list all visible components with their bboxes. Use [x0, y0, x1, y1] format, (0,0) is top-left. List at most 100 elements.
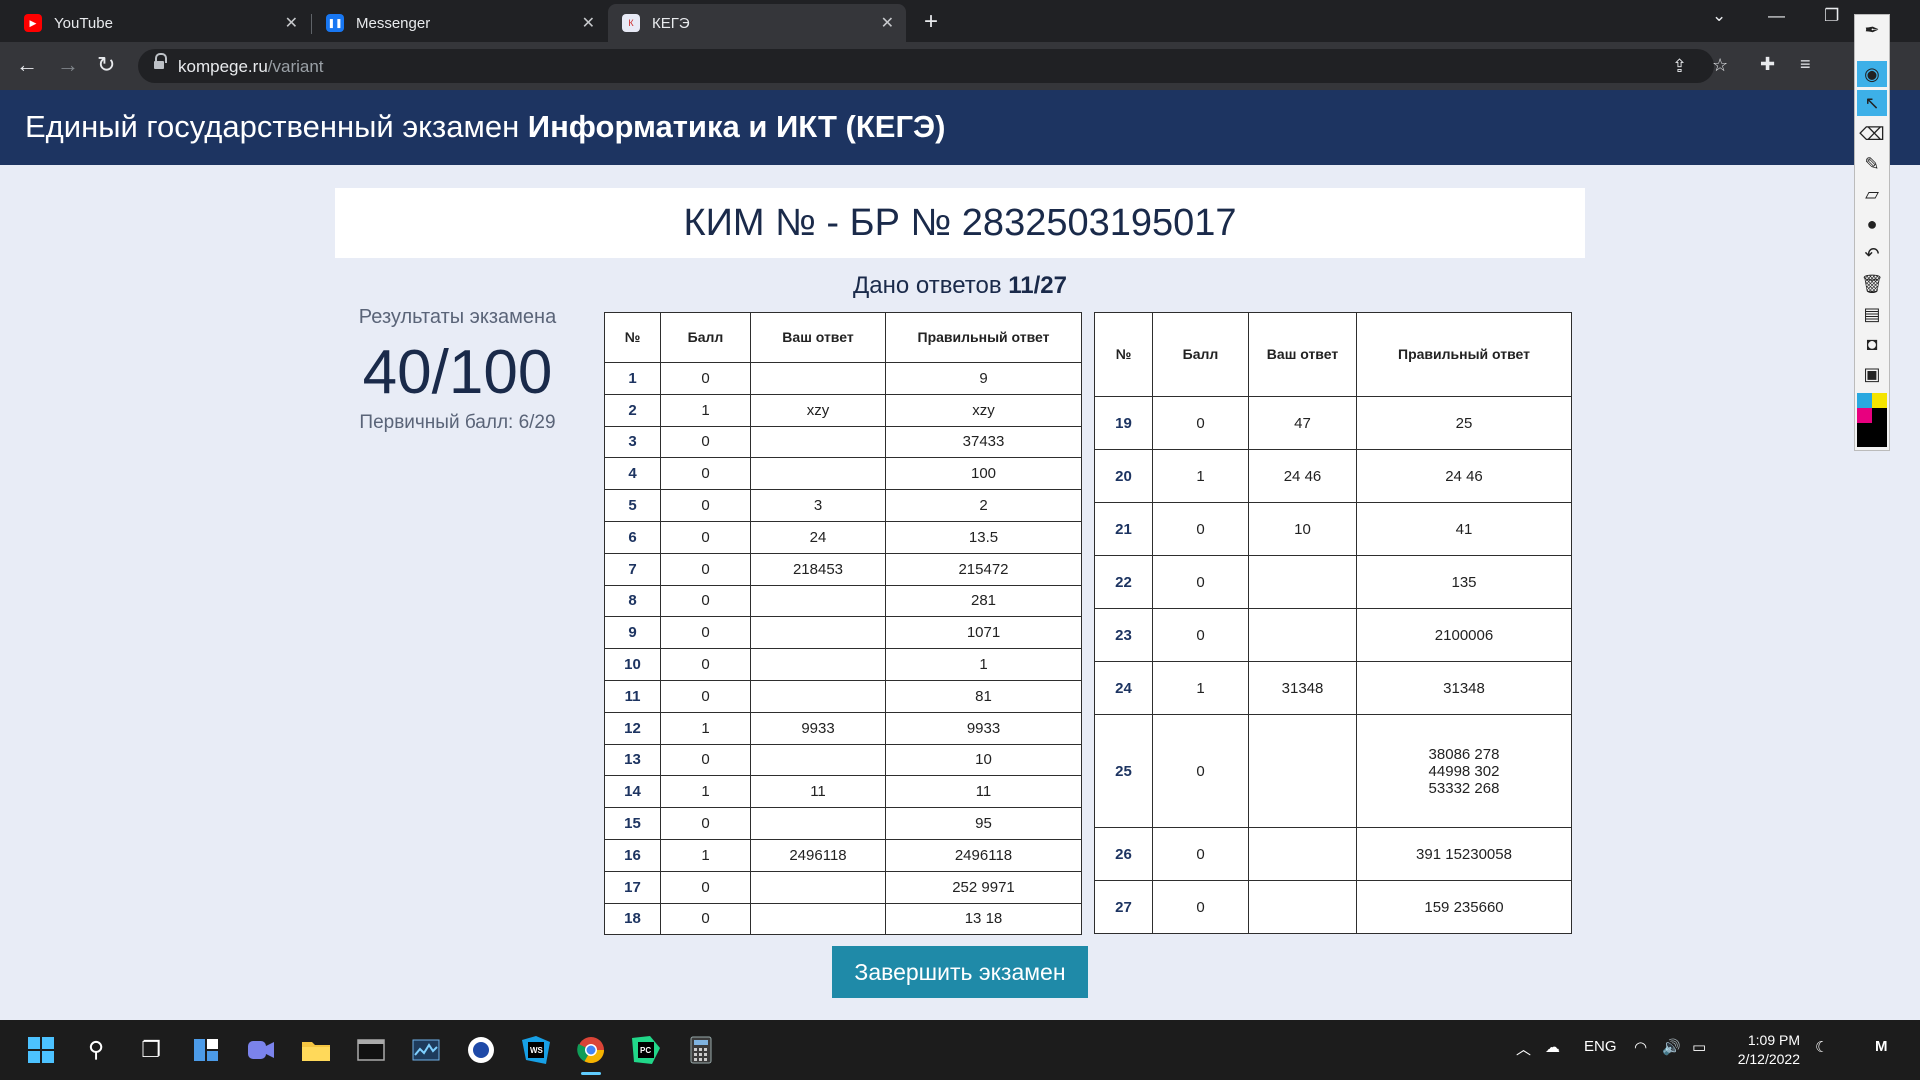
undo-icon[interactable]: ↶: [1857, 241, 1887, 267]
table-row: 11 0 81: [604, 679, 1082, 713]
your-answer-cell: [750, 743, 886, 777]
variant-title-box: КИМ № - БР № 2832503195017: [335, 188, 1585, 258]
trash-icon[interactable]: 🗑: [1857, 271, 1887, 297]
back-button[interactable]: ←: [16, 52, 38, 78]
highlighter-icon[interactable]: ▱: [1857, 181, 1887, 207]
question-number: 14: [604, 775, 661, 809]
teams-chat-icon[interactable]: [244, 1033, 278, 1067]
chrome-icon[interactable]: [574, 1033, 608, 1067]
your-answer-cell: 11: [750, 775, 886, 809]
color-swatch-yellow[interactable]: [1872, 393, 1887, 408]
resource-monitor-icon[interactable]: [409, 1033, 443, 1067]
question-number: 6: [604, 520, 661, 554]
windows-start-icon[interactable]: [24, 1033, 58, 1067]
onedrive-cloud-icon[interactable]: ☁: [1545, 1038, 1560, 1056]
table-row: 12 1 9933 9933: [604, 711, 1082, 745]
table-row: 26 0 391 15230058: [1094, 827, 1572, 881]
tab-youtube[interactable]: ▶ YouTube ✕: [10, 4, 310, 42]
eye-icon[interactable]: ◉: [1857, 61, 1887, 87]
messenger-icon: ❚❚: [326, 14, 344, 32]
share-icon[interactable]: ⇪: [1672, 56, 1687, 77]
terminal-icon[interactable]: [354, 1033, 388, 1067]
task-view-icon[interactable]: ❐: [134, 1033, 168, 1067]
score-cell: 1: [1152, 449, 1249, 503]
your-answer-cell: [1248, 880, 1357, 934]
close-icon[interactable]: ✕: [582, 13, 595, 33]
chevron-down-icon[interactable]: ⌄: [1712, 6, 1726, 26]
forward-button[interactable]: →: [57, 52, 79, 78]
extensions-icon[interactable]: ✚: [1760, 54, 1775, 75]
app-tray-icon[interactable]: M: [1875, 1038, 1888, 1055]
question-number: 23: [1094, 608, 1153, 662]
camera-icon[interactable]: ◘: [1857, 331, 1887, 357]
table-row: 13 0 10: [604, 743, 1082, 777]
question-number: 1: [604, 362, 661, 395]
correct-answer-cell: 9: [885, 362, 1082, 395]
close-icon[interactable]: ✕: [285, 13, 298, 33]
your-answer-cell: [750, 584, 886, 618]
pycharm-icon[interactable]: PC: [629, 1033, 663, 1067]
search-icon[interactable]: ⚲: [79, 1033, 113, 1067]
correct-answer-cell: 215472: [885, 552, 1082, 586]
color-swatch-cyan[interactable]: [1857, 393, 1872, 408]
media-control-icon[interactable]: ≡: [1800, 54, 1811, 75]
volume-icon[interactable]: 🔊: [1662, 1038, 1681, 1056]
address-bar[interactable]: kompege.ru/variant ⇪ ☆: [138, 49, 1728, 83]
tab-kege[interactable]: К КЕГЭ ✕: [608, 4, 906, 42]
minimize-button[interactable]: —: [1768, 6, 1785, 26]
table-row: 20 1 24 46 24 46: [1094, 449, 1572, 503]
correct-answer-cell: 391 15230058: [1356, 827, 1572, 881]
widgets-icon[interactable]: [189, 1033, 223, 1067]
your-answer-cell: [750, 457, 886, 491]
question-number: 13: [604, 743, 661, 777]
table-row: 27 0 159 235660: [1094, 880, 1572, 934]
table-row: 23 0 2100006: [1094, 608, 1572, 662]
dot-icon[interactable]: ●: [1857, 211, 1887, 237]
board-icon[interactable]: ▤: [1857, 301, 1887, 327]
browser-toolbar: ← → ↻ kompege.ru/variant ⇪ ☆ ✚ ≡: [0, 42, 1920, 90]
table-row: 24 1 31348 31348: [1094, 661, 1572, 715]
tab-title: YouTube: [54, 14, 113, 32]
results-panel: Результаты экзамена 40/100 Первичный бал…: [340, 306, 575, 434]
your-answer-cell: 47: [1248, 396, 1357, 450]
restore-button[interactable]: ❐: [1824, 6, 1839, 26]
color-swatch-magenta[interactable]: [1857, 408, 1872, 423]
reload-button[interactable]: ↻: [97, 52, 115, 78]
clipboard-icon[interactable]: ▣: [1857, 361, 1887, 387]
score-cell: 0: [1152, 555, 1249, 609]
wifi-icon[interactable]: ◠: [1634, 1038, 1647, 1056]
score-cell: 0: [660, 870, 751, 904]
correct-answer-cell: 135: [1356, 555, 1572, 609]
question-number: 20: [1094, 449, 1153, 503]
battery-icon[interactable]: ▭: [1692, 1038, 1706, 1056]
correct-answer-cell: 31348: [1356, 661, 1572, 715]
webstorm-icon[interactable]: WS: [519, 1033, 553, 1067]
color-swatch-black[interactable]: [1872, 408, 1887, 423]
eraser-icon[interactable]: ⌫: [1857, 121, 1887, 147]
score-cell: 0: [1152, 608, 1249, 662]
score-cell: 0: [1152, 827, 1249, 881]
close-icon[interactable]: ✕: [881, 13, 894, 33]
tab-messenger[interactable]: ❚❚ Messenger ✕: [312, 4, 607, 42]
question-number: 16: [604, 838, 661, 872]
new-tab-button[interactable]: +: [924, 8, 938, 36]
primary-score: Первичный балл: 6/29: [359, 412, 556, 433]
pen-tip-icon[interactable]: ✒: [1857, 17, 1887, 43]
correct-answer-cell: 41: [1356, 502, 1572, 556]
question-number: 24: [1094, 661, 1153, 715]
show-hidden-icons-chevron[interactable]: ︿: [1516, 1038, 1531, 1059]
calculator-icon[interactable]: [684, 1033, 718, 1067]
question-number: 22: [1094, 555, 1153, 609]
language-indicator[interactable]: ENG: [1584, 1038, 1617, 1055]
question-number: 8: [604, 584, 661, 618]
color-swatch-black-large[interactable]: [1857, 423, 1887, 447]
file-explorer-icon[interactable]: [299, 1033, 333, 1067]
app-circle-icon[interactable]: [464, 1033, 498, 1067]
pen-icon[interactable]: ✎: [1857, 151, 1887, 177]
bookmark-star-icon[interactable]: ☆: [1712, 55, 1728, 76]
finish-exam-button[interactable]: Завершить экзамен: [832, 946, 1088, 998]
clock[interactable]: 1:09 PM 2/12/2022: [1730, 1031, 1800, 1069]
focus-assist-moon-icon[interactable]: ☾: [1815, 1038, 1828, 1056]
cursor-icon[interactable]: ↖: [1857, 90, 1887, 116]
correct-answer-cell: 13 18: [885, 902, 1082, 936]
